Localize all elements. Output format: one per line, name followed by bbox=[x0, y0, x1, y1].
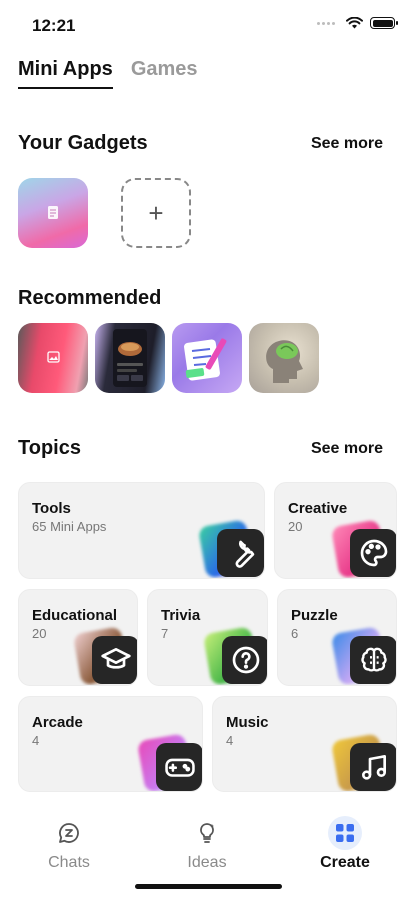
topic-art bbox=[197, 519, 264, 578]
topic-art bbox=[72, 626, 137, 685]
topic-title: Trivia bbox=[161, 607, 201, 624]
topic-card-music[interactable]: Music 4 bbox=[212, 696, 397, 792]
topic-count: 4 bbox=[32, 733, 40, 748]
topic-art bbox=[136, 733, 202, 791]
topic-art bbox=[202, 626, 267, 685]
nav-label: Ideas bbox=[187, 854, 227, 871]
image-icon bbox=[47, 351, 60, 363]
status-icons bbox=[317, 17, 398, 29]
nav-chats[interactable]: Chats bbox=[19, 816, 119, 872]
head-brain-icon bbox=[266, 340, 303, 383]
status-bar: 12:21 bbox=[0, 0, 415, 50]
topic-count: 6 bbox=[291, 626, 299, 641]
recommended-app-mind[interactable] bbox=[249, 323, 319, 393]
topic-title: Arcade bbox=[32, 714, 83, 731]
nav-create[interactable]: Create bbox=[295, 816, 395, 872]
topic-count: 7 bbox=[161, 626, 169, 641]
recommended-app-food-menu[interactable] bbox=[95, 323, 165, 393]
tab-mini-apps[interactable]: Mini Apps bbox=[18, 58, 113, 89]
topic-title: Puzzle bbox=[291, 607, 338, 624]
top-tabs: Mini Apps Games bbox=[18, 58, 198, 89]
wrench-icon bbox=[217, 529, 264, 577]
notepad-pencil-icon bbox=[184, 338, 227, 381]
nav-ideas[interactable]: Ideas bbox=[157, 816, 257, 872]
gadget-thumbnail[interactable] bbox=[18, 178, 88, 248]
lightbulb-icon bbox=[190, 816, 224, 850]
topic-count: 20 bbox=[288, 519, 303, 534]
plus-icon: + bbox=[148, 197, 164, 228]
graduation-cap-icon bbox=[92, 636, 137, 684]
recommended-title: Recommended bbox=[18, 287, 162, 309]
topic-count: 65 Mini Apps bbox=[32, 519, 107, 534]
gadgets-see-more-link[interactable]: See more bbox=[311, 135, 383, 153]
topic-card-puzzle[interactable]: Puzzle 6 bbox=[277, 589, 397, 686]
food-preview-icon bbox=[113, 329, 147, 387]
signal-dots-icon bbox=[317, 21, 335, 25]
status-time: 12:21 bbox=[32, 16, 76, 35]
topic-title: Creative bbox=[288, 500, 348, 517]
topics-see-more-link[interactable]: See more bbox=[311, 440, 383, 458]
gamepad-icon bbox=[156, 743, 202, 791]
nav-label: Create bbox=[320, 854, 370, 871]
music-note-icon bbox=[350, 743, 396, 791]
grid-icon bbox=[328, 816, 362, 850]
topic-title: Music bbox=[226, 714, 269, 731]
topic-card-educational[interactable]: Educational 20 bbox=[18, 589, 138, 686]
home-indicator bbox=[135, 884, 282, 889]
recommended-app-image-tool[interactable] bbox=[18, 323, 88, 393]
brain-icon bbox=[350, 636, 396, 684]
topic-art bbox=[330, 519, 396, 578]
topic-count: 4 bbox=[226, 733, 234, 748]
topic-card-trivia[interactable]: Trivia 7 bbox=[147, 589, 268, 686]
topics-title: Topics bbox=[18, 437, 81, 459]
gadgets-title: Your Gadgets bbox=[18, 132, 148, 154]
topic-card-tools[interactable]: Tools 65 Mini Apps bbox=[18, 482, 265, 579]
topic-title: Tools bbox=[32, 500, 71, 517]
document-icon bbox=[48, 206, 58, 219]
wifi-icon bbox=[346, 17, 363, 29]
add-gadget-button[interactable]: + bbox=[121, 178, 191, 248]
topic-art bbox=[330, 626, 396, 685]
bottom-navigation: Chats Ideas Create bbox=[0, 808, 415, 878]
topic-art bbox=[330, 733, 396, 791]
topic-count: 20 bbox=[32, 626, 47, 641]
topic-card-creative[interactable]: Creative 20 bbox=[274, 482, 397, 579]
topic-card-arcade[interactable]: Arcade 4 bbox=[18, 696, 203, 792]
recommended-app-notes[interactable] bbox=[172, 323, 242, 393]
chat-icon bbox=[52, 816, 86, 850]
topic-title: Educational bbox=[32, 607, 118, 624]
battery-icon bbox=[370, 17, 398, 29]
question-icon bbox=[222, 636, 267, 684]
tab-games[interactable]: Games bbox=[131, 58, 198, 89]
palette-icon bbox=[350, 529, 396, 577]
nav-label: Chats bbox=[48, 854, 90, 871]
